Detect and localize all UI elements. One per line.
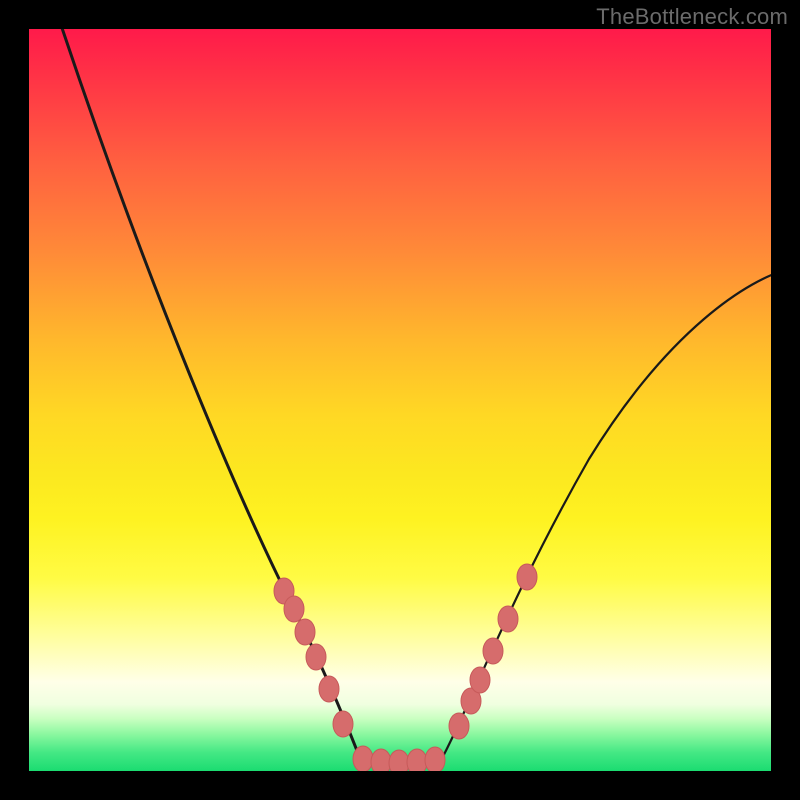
marker-dot (306, 644, 326, 670)
marker-dot (407, 749, 427, 771)
marker-dot (333, 711, 353, 737)
curve-layer (29, 29, 771, 771)
marker-dot (425, 747, 445, 771)
marker-dots (274, 564, 537, 771)
marker-dot (295, 619, 315, 645)
marker-dot (353, 746, 373, 771)
watermark-text: TheBottleneck.com (596, 4, 788, 30)
marker-dot (371, 749, 391, 771)
marker-dot (498, 606, 518, 632)
marker-dot (389, 750, 409, 771)
plot-frame (29, 29, 771, 771)
marker-dot (470, 667, 490, 693)
marker-dot (517, 564, 537, 590)
curve-right-arm (439, 269, 771, 764)
series-paths (59, 29, 771, 769)
marker-dot (284, 596, 304, 622)
marker-dot (319, 676, 339, 702)
marker-dot (449, 713, 469, 739)
marker-dot (483, 638, 503, 664)
